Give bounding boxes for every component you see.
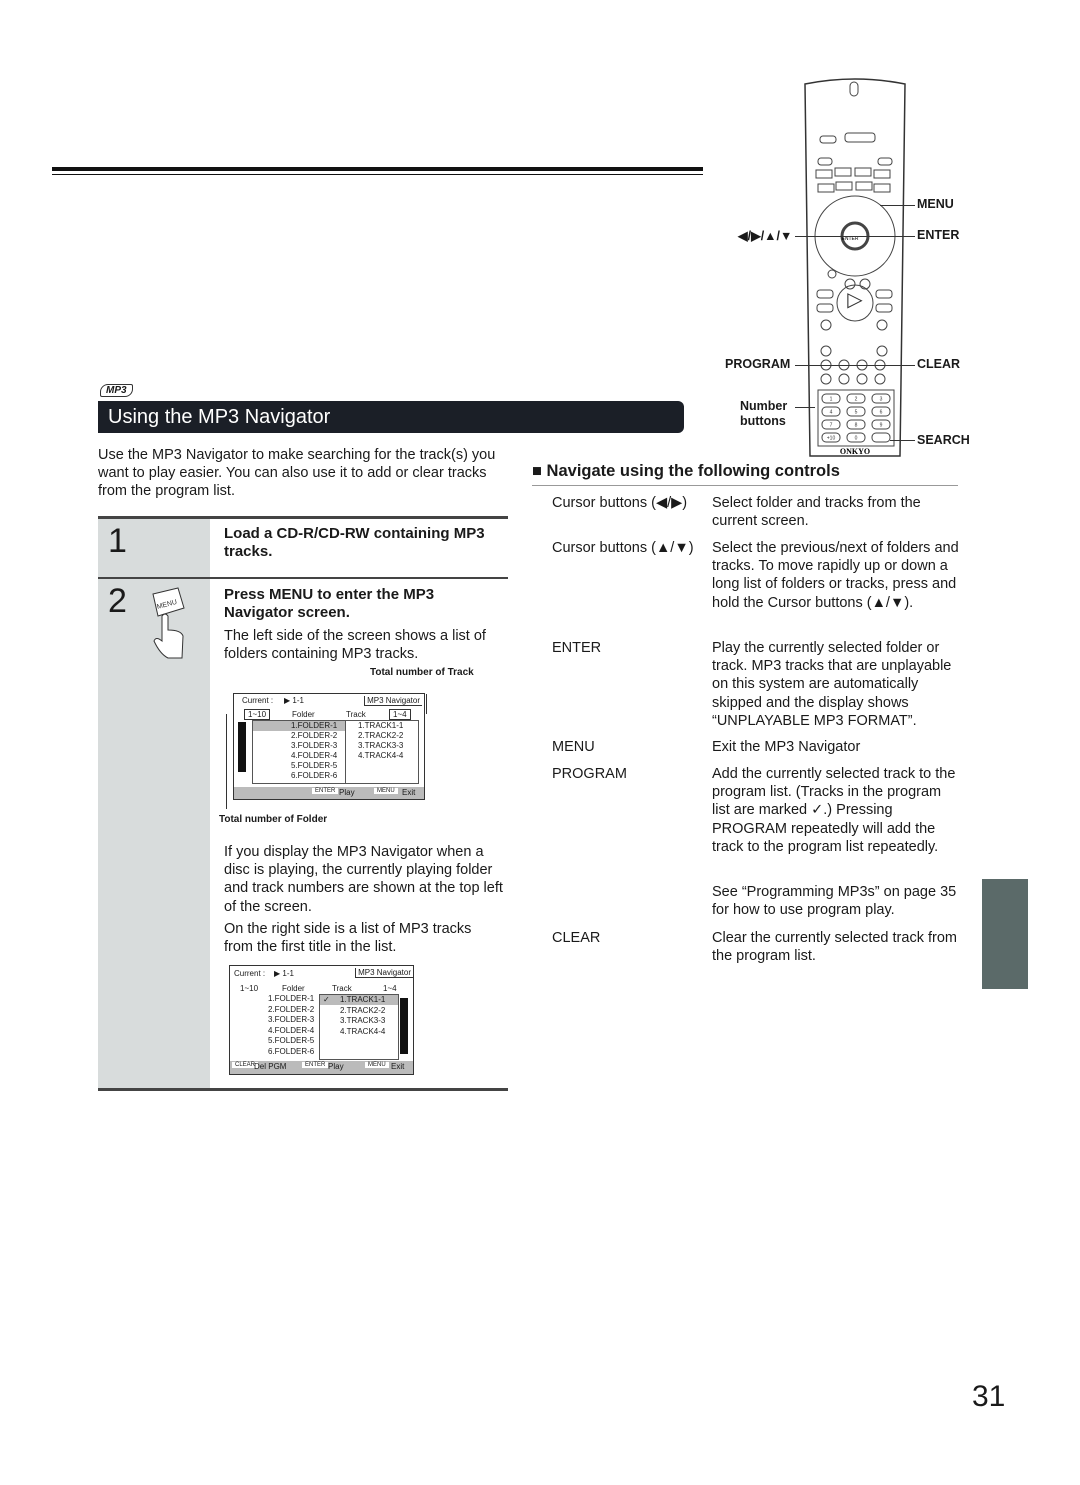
controls-rule bbox=[532, 485, 958, 486]
intro-text: Use the MP3 Navigator to make searching … bbox=[98, 447, 496, 500]
callout-clear: CLEAR bbox=[917, 357, 961, 371]
folder-list-item: 1.FOLDER-1 bbox=[268, 994, 315, 1003]
controls-heading: ■ Navigate using the following controls bbox=[532, 462, 840, 480]
control-label: ENTER bbox=[552, 640, 602, 656]
callout-number-buttons: Number buttons bbox=[740, 399, 788, 428]
onkyo-logo: ONKYO bbox=[840, 447, 870, 456]
control-description: Exit the MP3 Navigator bbox=[712, 739, 861, 755]
track-list-item: 2.TRACK2-2 bbox=[358, 731, 404, 740]
control-label: MENU bbox=[552, 739, 595, 755]
folder-list-item: 2.FOLDER-2 bbox=[291, 731, 338, 740]
track-list-item: 4.TRACK4-4 bbox=[358, 751, 404, 760]
number-key-4[interactable]: 4 bbox=[830, 410, 833, 416]
control-label: CLEAR bbox=[552, 930, 601, 946]
step-heading: Press MENU to enter the MP3 Navigator sc… bbox=[224, 586, 435, 621]
track-list-item: 3.TRACK3-3 bbox=[358, 741, 404, 750]
menu-press-hand-icon: MENU bbox=[152, 587, 185, 659]
step-text: On the right side is a list of MP3 track… bbox=[224, 921, 472, 956]
number-key-9[interactable]: 9 bbox=[880, 423, 883, 429]
page-number: 31 bbox=[972, 1380, 1006, 1413]
step-text: The left side of the screen shows a list… bbox=[224, 628, 486, 663]
callout-menu: MENU bbox=[917, 197, 954, 211]
folder-list-item: 6.FOLDER-6 bbox=[291, 771, 338, 780]
control-description: Select folder and tracks from the curren… bbox=[712, 495, 921, 530]
step-number: 1 bbox=[108, 522, 127, 560]
callout-enter: ENTER bbox=[917, 228, 960, 242]
header-rule bbox=[52, 167, 703, 171]
folder-list-item: 6.FOLDER-6 bbox=[268, 1046, 315, 1056]
section-tab bbox=[982, 879, 1028, 989]
folder-list-item: 1.FOLDER-1 bbox=[291, 721, 338, 730]
number-key-7[interactable]: 7 bbox=[830, 423, 833, 429]
total-folders-callout: Total number of Folder bbox=[219, 814, 328, 825]
control-description: See “Programming MP3s” on page 35 for ho… bbox=[712, 884, 957, 919]
mp3-navigator-tab: MP3 Navigator bbox=[364, 696, 422, 706]
track-list-item: 1.TRACK1-1 bbox=[358, 721, 404, 730]
play-icon: ▷ bbox=[847, 289, 863, 311]
number-key-5[interactable]: 5 bbox=[855, 410, 858, 416]
folder-list-item: 5.FOLDER-5 bbox=[268, 1036, 315, 1045]
number-key-0[interactable]: 0 bbox=[855, 436, 858, 442]
number-key-plus10[interactable]: +10 bbox=[827, 436, 836, 442]
track-list-item: 1.TRACK1-1 bbox=[340, 995, 386, 1004]
callout-search: SEARCH bbox=[917, 433, 970, 447]
mp3-logo: MP3 bbox=[100, 384, 133, 397]
control-label: PROGRAM bbox=[552, 766, 627, 782]
track-list-item: 4.TRACK4-4 bbox=[340, 1026, 386, 1036]
number-key-3[interactable]: 3 bbox=[880, 397, 883, 403]
folder-list-item: 3.FOLDER-3 bbox=[291, 741, 338, 750]
number-key-2[interactable]: 2 bbox=[855, 397, 858, 403]
control-description: Clear the currently selected track from … bbox=[712, 930, 957, 965]
mp3-navigator-screen-tracks: Current : ▶ 1-1 MP3 Navigator 1~10 Folde… bbox=[229, 965, 414, 1075]
step-heading: Load a CD-R/CD-RW containing MP3 tracks. bbox=[224, 525, 485, 560]
track-list-item: 3.TRACK3-3 bbox=[340, 1016, 386, 1025]
step-number: 2 bbox=[108, 582, 127, 620]
number-key-6[interactable]: 6 bbox=[880, 410, 883, 416]
folder-list-item: 4.FOLDER-4 bbox=[291, 751, 338, 760]
manual-page: 1 2 3 4 5 6 7 8 9 +10 0 ENTER ▷ ONKYO ME… bbox=[0, 0, 1080, 1485]
folder-list-item: 5.FOLDER-5 bbox=[291, 761, 338, 770]
folder-list-item: 4.FOLDER-4 bbox=[268, 1025, 315, 1035]
remote-control-illustration: 1 2 3 4 5 6 7 8 9 +10 0 ENTER ▷ ONKYO bbox=[804, 78, 906, 457]
steps-box: 1 Load a CD-R/CD-RW containing MP3 track… bbox=[98, 516, 508, 1091]
mp3-navigator-screen-folders: Current : ▶ 1-1 MP3 Navigator 1~10 Folde… bbox=[233, 693, 425, 800]
page-title: Using the MP3 Navigator bbox=[98, 401, 684, 433]
track-list-item: 2.TRACK2-2 bbox=[340, 1005, 386, 1015]
control-label: Cursor buttons (▲/▼) bbox=[552, 540, 694, 556]
callout-cursor: ◀/▶/▲/▼ bbox=[738, 228, 795, 243]
number-key-8[interactable]: 8 bbox=[855, 423, 858, 429]
callout-program: PROGRAM bbox=[725, 357, 793, 371]
control-description: Select the previous/next of folders and … bbox=[712, 540, 959, 611]
control-label: Cursor buttons (◀/▶) bbox=[552, 495, 688, 511]
control-description: Add the currently selected track to the … bbox=[712, 766, 956, 855]
number-key-1[interactable]: 1 bbox=[830, 397, 833, 403]
control-description: Play the currently selected folder or tr… bbox=[712, 640, 952, 729]
step-text: If you display the MP3 Navigator when a … bbox=[224, 844, 503, 915]
header-rule-thin bbox=[52, 174, 703, 175]
folder-list-item: 3.FOLDER-3 bbox=[268, 1015, 315, 1024]
total-tracks-callout: Total number of Track bbox=[370, 667, 474, 678]
folder-list-item: 2.FOLDER-2 bbox=[268, 1004, 315, 1014]
